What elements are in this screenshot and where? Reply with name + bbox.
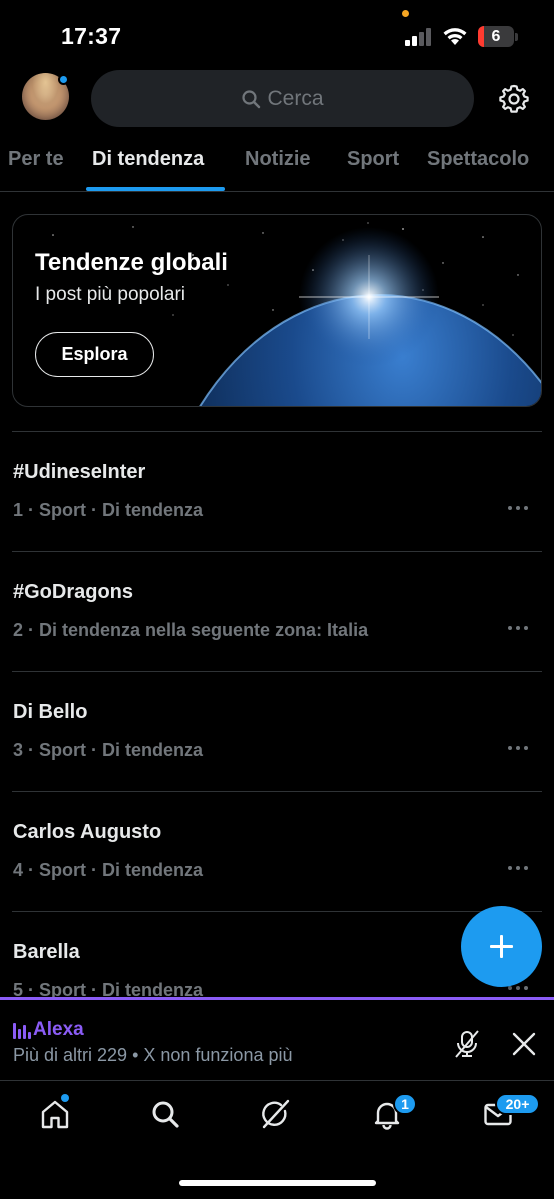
home-indicator[interactable] [179, 1180, 376, 1186]
trend-name: Di Bello [13, 701, 88, 723]
trend-name: Barella [13, 941, 80, 963]
trend-meta: 3 · Sport · Di tendenza [13, 740, 204, 760]
tab-notizie[interactable]: Notizie [245, 148, 311, 171]
compose-post-button[interactable] [461, 906, 542, 987]
trend-meta: 4 · Sport · Di tendenza [13, 860, 204, 880]
notifications-badge: 1 [393, 1093, 417, 1115]
trend-item[interactable]: Carlos Augusto 4 · Sport · Di tendenza [12, 792, 542, 912]
tab-spettacolo[interactable]: Spettacolo [427, 148, 529, 171]
trend-item[interactable]: #UdineseInter 1 · Sport · Di tendenza [12, 432, 542, 552]
search-icon [242, 89, 261, 108]
tab-di-tendenza[interactable]: Di tendenza [92, 148, 204, 171]
card-title: Tendenze globali [35, 249, 228, 276]
trend-name: #UdineseInter [13, 461, 146, 483]
trend-name: Carlos Augusto [13, 821, 162, 843]
global-trends-card[interactable]: Tendenze globali I post più popolari Esp… [12, 214, 542, 407]
battery-icon: 6 [478, 26, 514, 47]
home-icon [41, 1100, 69, 1129]
tab-per-te[interactable]: Per te [8, 148, 64, 171]
more-options-icon[interactable] [508, 866, 530, 872]
close-icon[interactable] [511, 1031, 537, 1057]
trend-item[interactable]: Di Bello 3 · Sport · Di tendenza [12, 672, 542, 792]
active-tab-indicator [86, 187, 225, 191]
grok-icon [262, 1099, 290, 1129]
tab-bar: Per te Di tendenza Notizie Sport Spettac… [0, 140, 554, 192]
home-notification-dot [61, 1094, 69, 1102]
nav-home[interactable] [23, 1082, 87, 1148]
nav-notifications[interactable] [355, 1082, 419, 1148]
trend-meta: 2 · Di tendenza nella seguente zona: Ita… [13, 620, 369, 640]
status-bar: 17:37 6 [0, 0, 554, 70]
battery-level: 6 [491, 28, 501, 45]
player-title: Alexa [33, 1019, 84, 1040]
more-options-icon[interactable] [508, 506, 530, 512]
wifi-icon [443, 28, 467, 45]
now-playing-bar[interactable]: Alexa Più di altri 229 • X non funziona … [0, 997, 554, 1081]
player-description: Più di altri 229 • X non funziona più [13, 1045, 293, 1065]
search-input[interactable]: Cerca [91, 70, 474, 127]
more-options-icon[interactable] [508, 986, 530, 992]
privacy-indicator-dot [402, 10, 409, 17]
explore-button[interactable]: Esplora [35, 332, 154, 377]
cellular-signal-icon [405, 28, 433, 46]
more-options-icon[interactable] [508, 626, 530, 632]
trend-item[interactable]: #GoDragons 2 · Di tendenza nella seguent… [12, 552, 542, 672]
audio-waveform-icon [13, 1021, 31, 1039]
nav-grok[interactable] [244, 1082, 308, 1148]
trend-meta: 1 · Sport · Di tendenza [13, 500, 204, 520]
search-icon [152, 1101, 179, 1128]
more-options-icon[interactable] [508, 746, 530, 752]
trend-name: #GoDragons [13, 581, 134, 603]
gear-icon[interactable] [498, 83, 530, 115]
mic-off-icon[interactable] [451, 1028, 483, 1060]
search-placeholder: Cerca [267, 86, 324, 110]
card-subtitle: I post più popolari [35, 284, 185, 305]
tab-sport[interactable]: Sport [347, 148, 399, 171]
status-time: 17:37 [61, 23, 122, 49]
messages-badge: 20+ [495, 1093, 540, 1115]
nav-search[interactable] [133, 1082, 197, 1148]
earth-horizon-image [52, 222, 541, 406]
nav-messages[interactable] [466, 1082, 530, 1148]
avatar-notification-dot [58, 74, 69, 85]
